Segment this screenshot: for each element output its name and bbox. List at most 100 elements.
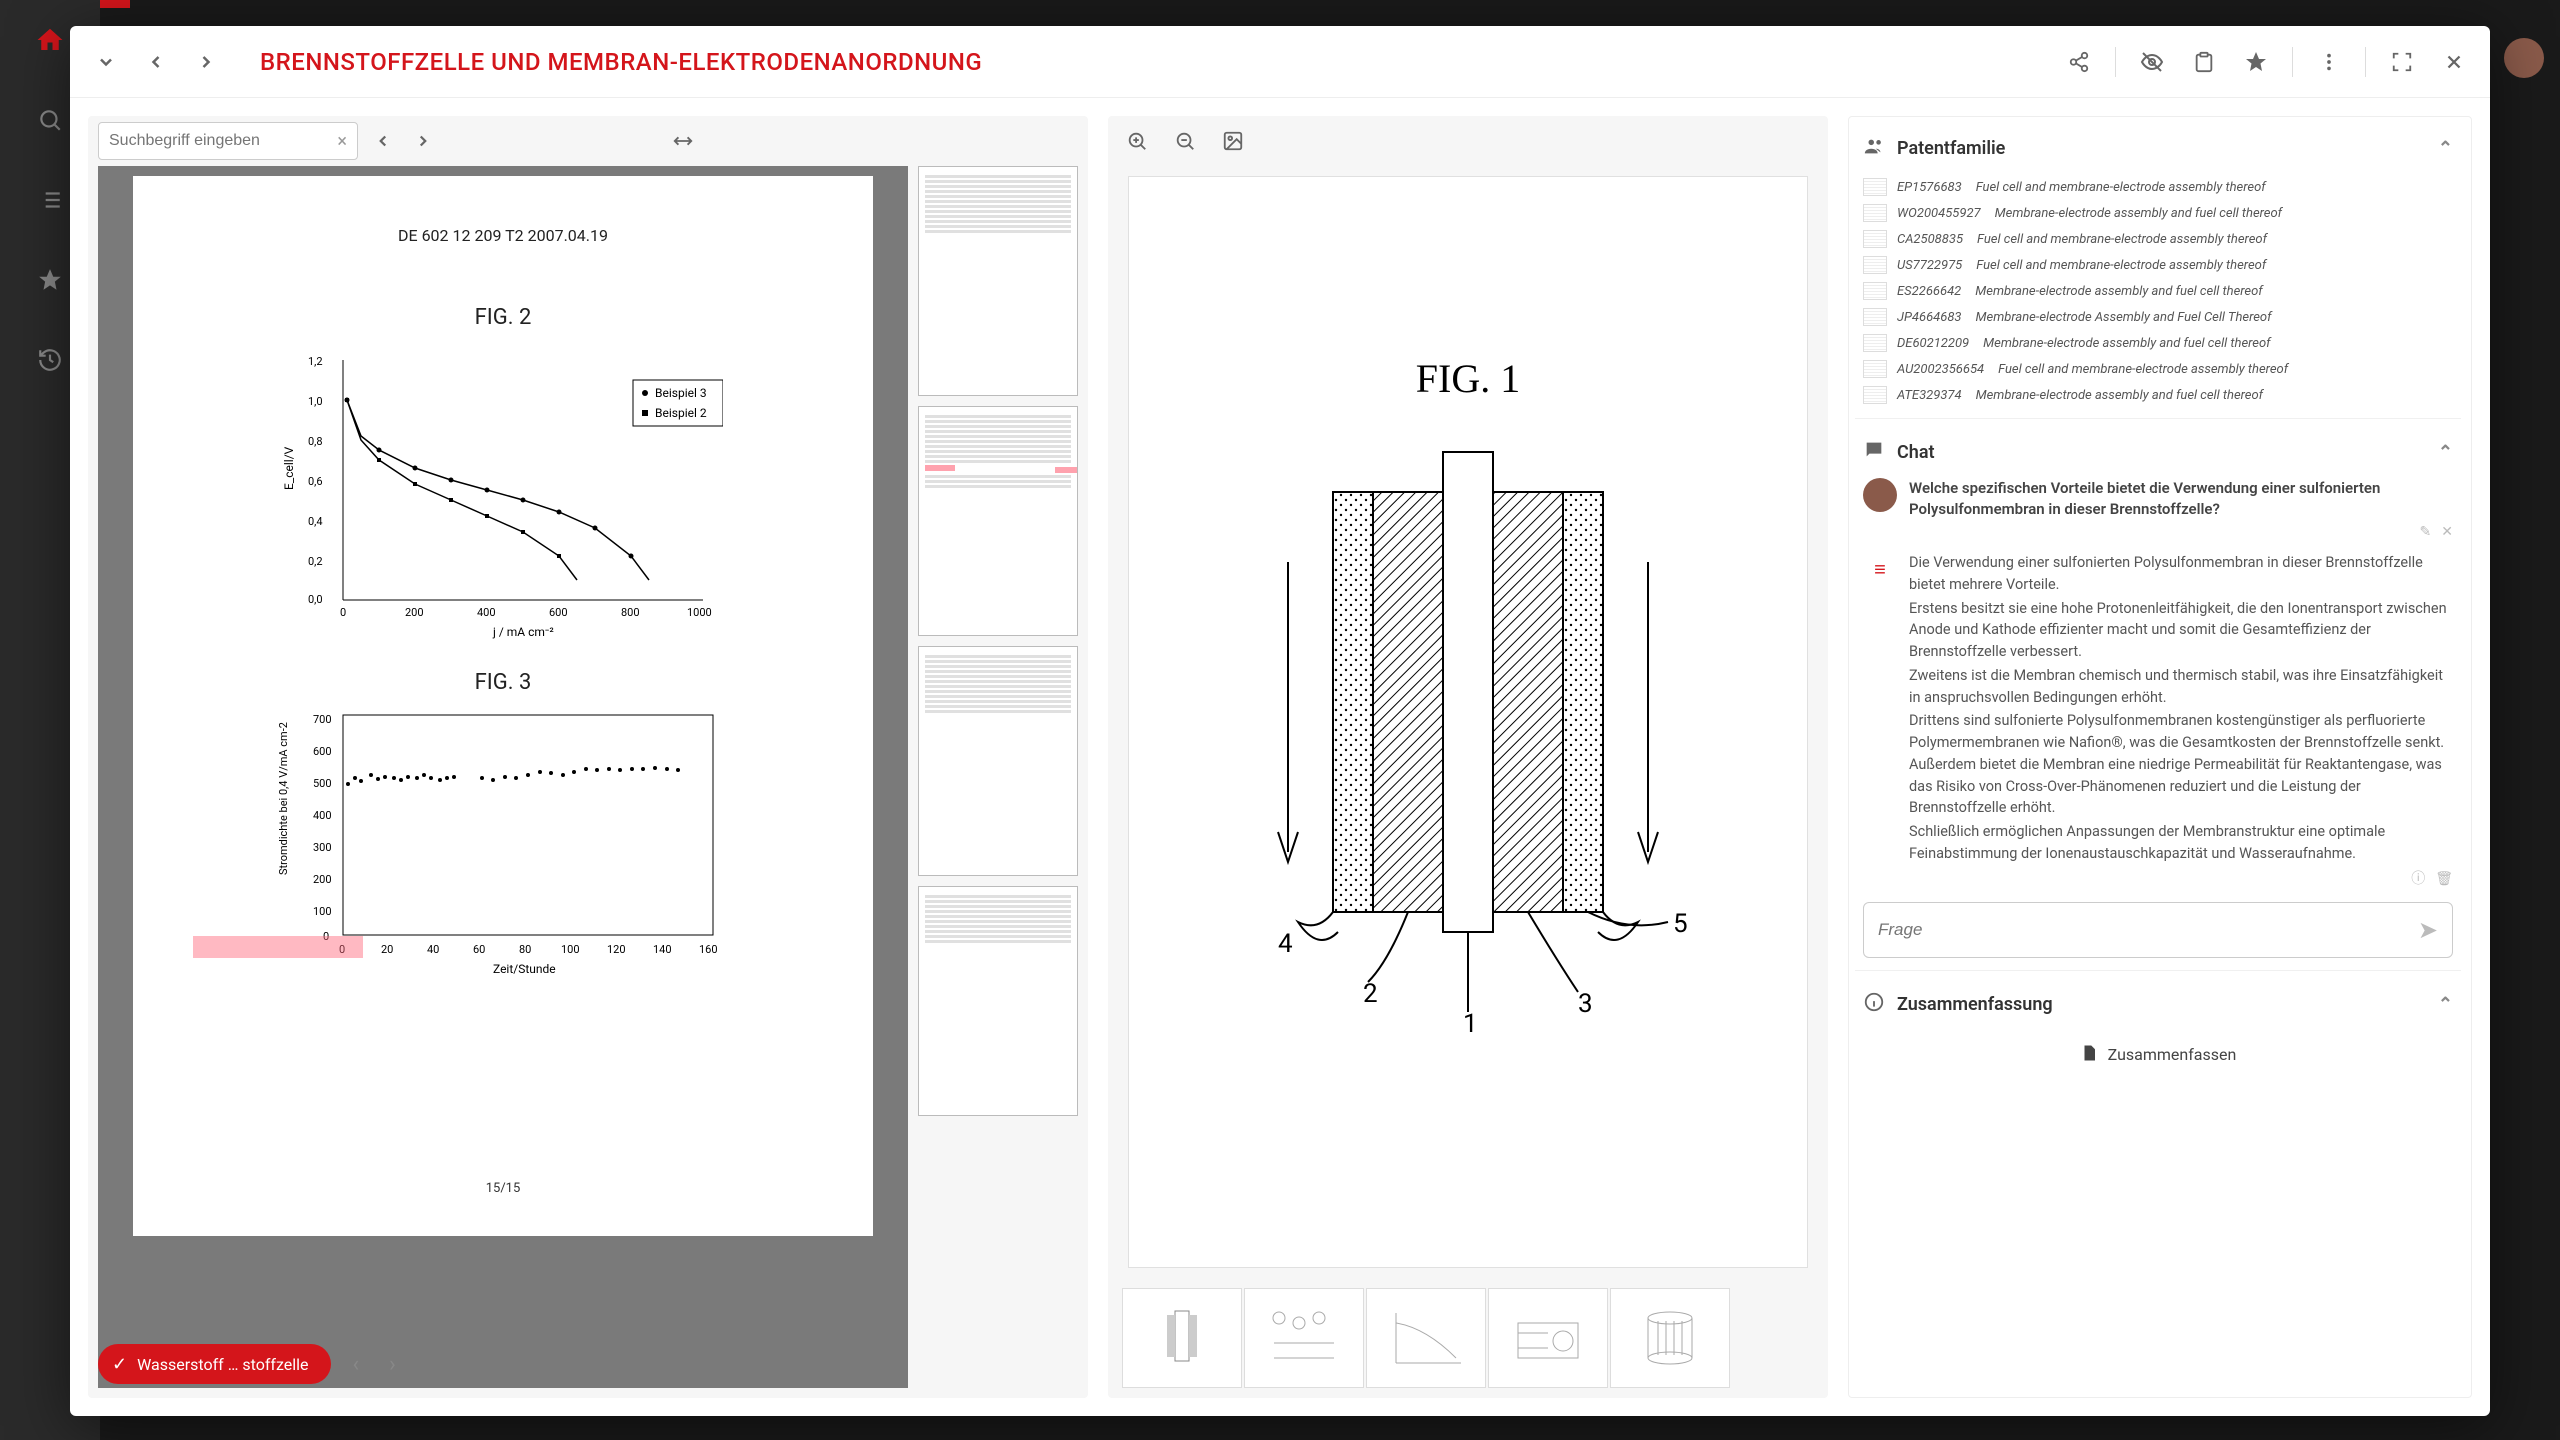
figure-thumb[interactable]	[1610, 1288, 1730, 1388]
svg-text:200: 200	[405, 606, 424, 619]
svg-text:200: 200	[313, 873, 332, 886]
doc-mini-icon	[1863, 308, 1887, 326]
edit-icon[interactable]: ✎	[2420, 524, 2432, 540]
svg-text:3: 3	[1578, 989, 1593, 1019]
zoom-out-icon[interactable]	[1170, 126, 1200, 156]
trash-icon[interactable]: 🗑	[2435, 869, 2453, 890]
chat-input-field[interactable]	[1878, 920, 2418, 940]
doc-viewer[interactable]: DE 602 12 209 T2 2007.04.19 FIG. 2 1,2 1…	[98, 166, 908, 1388]
thumb-page[interactable]	[918, 646, 1078, 876]
figure-thumb[interactable]	[1122, 1288, 1242, 1388]
doc-mini-icon	[1863, 386, 1887, 404]
fit-width-icon[interactable]	[668, 126, 698, 156]
doc-search[interactable]: ×	[98, 122, 358, 160]
nav-prev-icon[interactable]	[140, 46, 172, 78]
doc-search-input[interactable]	[109, 132, 337, 150]
svg-text:300: 300	[313, 841, 332, 854]
family-item[interactable]: EP1576683Fuel cell and membrane-electrod…	[1863, 174, 2453, 200]
zoom-in-icon[interactable]	[1122, 126, 1152, 156]
svg-text:0,2: 0,2	[308, 555, 323, 568]
search-icon[interactable]	[30, 100, 70, 140]
family-item[interactable]: ATE329374Membrane-electrode assembly and…	[1863, 382, 2453, 408]
summary-header[interactable]: Zusammenfassung ⌃	[1855, 979, 2461, 1030]
user-avatar[interactable]	[2504, 38, 2544, 78]
family-item[interactable]: DE60212209Membrane-electrode assembly an…	[1863, 330, 2453, 356]
document-title: BRENNSTOFFZELLE UND MEMBRAN-ELEKTRODENAN…	[260, 48, 982, 76]
svg-text:400: 400	[477, 606, 496, 619]
result-prev-icon[interactable]: ‹	[345, 1352, 368, 1377]
info-panel: Patentfamilie ⌃ EP1576683Fuel cell and m…	[1848, 116, 2472, 1398]
image-icon[interactable]	[1218, 126, 1248, 156]
doc-mini-icon	[1863, 334, 1887, 352]
history-icon[interactable]	[30, 340, 70, 380]
share-icon[interactable]	[2063, 46, 2095, 78]
svg-text:j / mA cm⁻²: j / mA cm⁻²	[492, 625, 554, 639]
figure-view[interactable]: FIG. 1	[1128, 176, 1808, 1268]
thumb-page[interactable]	[918, 166, 1078, 396]
thumb-page[interactable]	[918, 886, 1078, 1116]
svg-text:4: 4	[1278, 929, 1293, 959]
family-item[interactable]: AU2002356654Fuel cell and membrane-elect…	[1863, 356, 2453, 382]
chat-answer-row: ≡ Die Verwendung einer sulfonierten Poly…	[1863, 552, 2453, 890]
result-next-icon[interactable]: ›	[381, 1352, 404, 1377]
family-item[interactable]: WO200455927Membrane-electrode assembly a…	[1863, 200, 2453, 226]
summarize-button[interactable]: Zusammenfassen	[1855, 1030, 2461, 1080]
svg-text:1: 1	[1463, 1009, 1478, 1039]
page-prev-icon[interactable]	[368, 126, 398, 156]
clear-icon[interactable]: ×	[337, 131, 347, 152]
close-icon[interactable]	[2438, 46, 2470, 78]
thumbnail-strip[interactable]	[918, 166, 1078, 1388]
info-icon[interactable]: ⓘ	[2411, 869, 2425, 890]
svg-text:100: 100	[561, 943, 580, 956]
chevron-up-icon: ⌃	[2438, 138, 2453, 159]
chat-title: Chat	[1897, 442, 1935, 463]
star-icon[interactable]	[30, 260, 70, 300]
family-item[interactable]: JP4664683Membrane-electrode Assembly and…	[1863, 304, 2453, 330]
svg-text:0,8: 0,8	[308, 435, 323, 448]
chat-icon	[1863, 439, 1885, 466]
fullscreen-icon[interactable]	[2386, 46, 2418, 78]
family-item[interactable]: CA2508835Fuel cell and membrane-electrod…	[1863, 226, 2453, 252]
svg-text:160: 160	[699, 943, 718, 956]
nav-next-icon[interactable]	[190, 46, 222, 78]
thumb-page[interactable]	[918, 406, 1078, 636]
family-item[interactable]: ES2266642Membrane-electrode assembly and…	[1863, 278, 2453, 304]
svg-text:0,4: 0,4	[308, 515, 323, 528]
svg-text:5: 5	[1673, 909, 1688, 939]
svg-text:600: 600	[313, 745, 332, 758]
svg-text:Beispiel 2: Beispiel 2	[655, 406, 707, 420]
home-icon[interactable]	[30, 20, 70, 60]
figure-thumb[interactable]	[1244, 1288, 1364, 1388]
document-icon	[2080, 1044, 2098, 1066]
fig3-label: FIG. 3	[163, 670, 843, 695]
svg-text:40: 40	[427, 943, 439, 956]
family-item[interactable]: US7722975Fuel cell and membrane-electrod…	[1863, 252, 2453, 278]
fig1-svg: FIG. 1	[1168, 332, 1768, 1112]
send-icon[interactable]: ➤	[2418, 916, 2438, 944]
doc-mini-icon	[1863, 230, 1887, 248]
modal-header: BRENNSTOFFZELLE UND MEMBRAN-ELEKTRODENAN…	[70, 26, 2490, 98]
svg-text:80: 80	[519, 943, 531, 956]
delete-icon[interactable]: ✕	[2441, 524, 2453, 540]
fig2-chart: 1,2 1,0 0,8 0,6 0,4 0,2 0,0 0 200 400 60	[283, 340, 723, 640]
svg-text:2: 2	[1363, 979, 1378, 1009]
chat-input[interactable]: ➤	[1863, 902, 2453, 958]
more-vert-icon[interactable]	[2313, 46, 2345, 78]
chevron-up-icon: ⌃	[2438, 442, 2453, 463]
figure-thumb[interactable]	[1488, 1288, 1608, 1388]
chat-header[interactable]: Chat ⌃	[1855, 427, 2461, 478]
document-panel: × DE 602 12 209 T2 2007.04.19 FIG. 2	[88, 116, 1088, 1398]
star-outline-icon[interactable]	[2240, 46, 2272, 78]
search-result-pill[interactable]: ✓ Wasserstoff … stoffzelle	[98, 1344, 331, 1384]
chevron-down-icon[interactable]	[90, 46, 122, 78]
svg-text:0,0: 0,0	[308, 593, 323, 606]
clipboard-icon[interactable]	[2188, 46, 2220, 78]
list-icon[interactable]	[30, 180, 70, 220]
visibility-off-icon[interactable]	[2136, 46, 2168, 78]
figure-toolbar	[1108, 116, 1828, 166]
svg-text:1,0: 1,0	[308, 395, 323, 408]
figure-thumb[interactable]	[1366, 1288, 1486, 1388]
document-modal: BRENNSTOFFZELLE UND MEMBRAN-ELEKTRODENAN…	[70, 26, 2490, 1416]
family-header[interactable]: Patentfamilie ⌃	[1855, 123, 2461, 174]
page-next-icon[interactable]	[408, 126, 438, 156]
